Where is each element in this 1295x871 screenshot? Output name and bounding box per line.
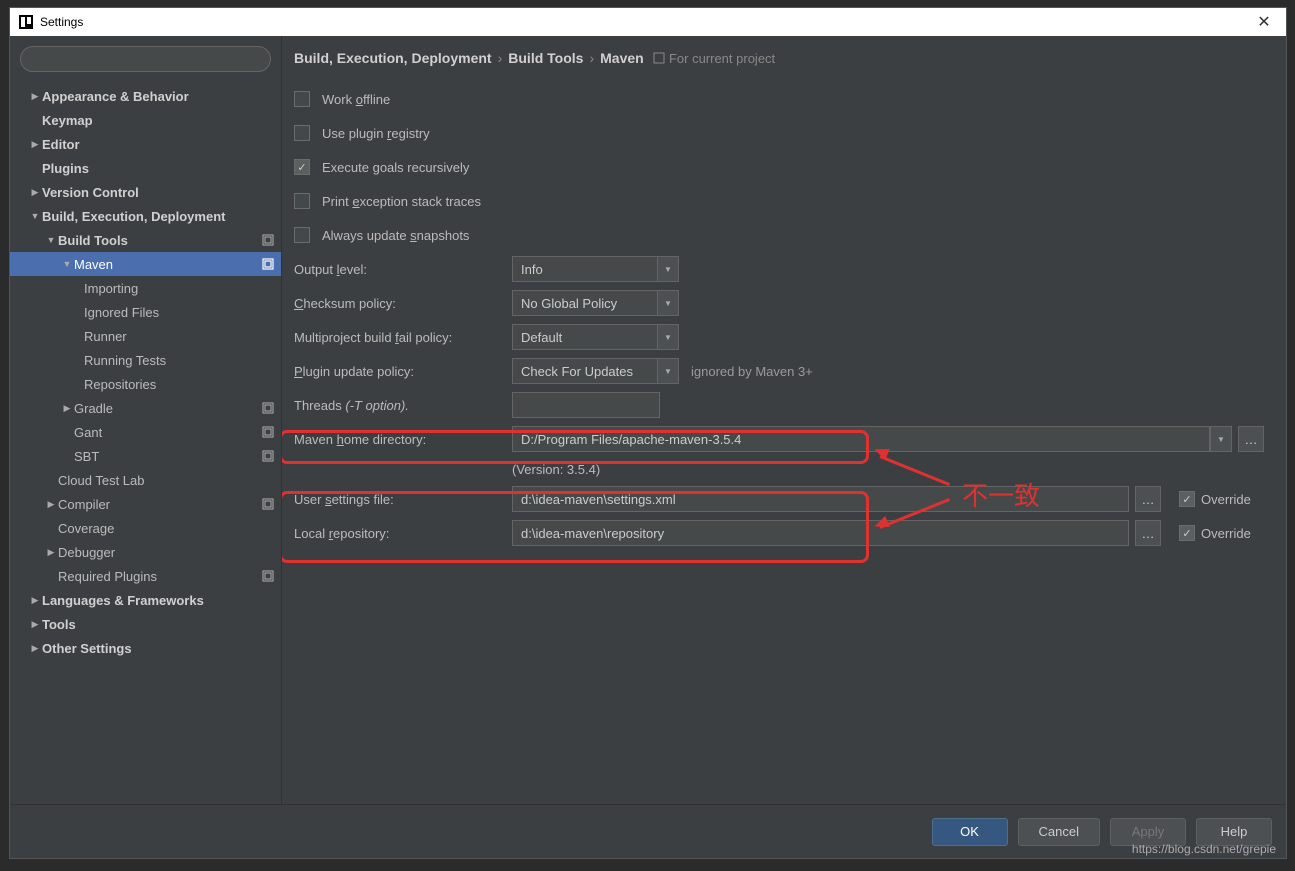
local-repo-label: Local repository: [294,526,512,541]
tree-gant[interactable]: Gant [10,420,281,444]
project-badge-icon [261,425,275,439]
project-icon [653,52,665,64]
close-icon[interactable]: ✕ [1250,12,1278,32]
home-dropdown[interactable]: ▼ [1210,426,1232,452]
user-settings-label: User settings file: [294,492,512,507]
watermark: https://blog.csdn.net/grepie [1132,842,1276,856]
checksum-select[interactable]: No Global Policy▼ [512,290,679,316]
project-badge-icon [261,449,275,463]
local-repo-input[interactable]: d:\idea-maven\repository [512,520,1129,546]
output-level-select[interactable]: Info▼ [512,256,679,282]
plugin-update-label: Plugin update policy: [294,364,512,379]
tree-running-tests[interactable]: Running Tests [10,348,281,372]
tree-build-tools[interactable]: ▼Build Tools [10,228,281,252]
settings-dialog: Settings ✕ ⌕ ▶Appearance & Behavior Keym… [9,7,1287,859]
tree-required[interactable]: Required Plugins [10,564,281,588]
tree-bed[interactable]: ▼Build, Execution, Deployment [10,204,281,228]
tree-other[interactable]: ▶Other Settings [10,636,281,660]
project-badge-icon [261,233,275,247]
tree-editor[interactable]: ▶Editor [10,132,281,156]
titlebar: Settings ✕ [10,8,1286,36]
snapshots-checkbox[interactable] [294,227,310,243]
tree-runner[interactable]: Runner [10,324,281,348]
window-title: Settings [40,15,1250,29]
output-level-label: Output level: [294,262,512,277]
multi-label: Multiproject build fail policy: [294,330,512,345]
home-label: Maven home directory: [294,432,512,447]
tree-sbt[interactable]: SBT [10,444,281,468]
user-settings-input[interactable]: d:\idea-maven\settings.xml [512,486,1129,512]
tree-debugger[interactable]: ▶Debugger [10,540,281,564]
user-settings-browse[interactable]: … [1135,486,1161,512]
button-bar: OK Cancel Apply Help https://blog.csdn.n… [10,804,1286,858]
multi-select[interactable]: Default▼ [512,324,679,350]
use-registry-label: Use plugin registry [322,126,430,141]
home-input[interactable]: D:/Program Files/apache-maven-3.5.4 [512,426,1210,452]
tree-vcs[interactable]: ▶Version Control [10,180,281,204]
tree-tools[interactable]: ▶Tools [10,612,281,636]
home-browse-button[interactable]: … [1238,426,1264,452]
chevron-down-icon: ▼ [657,324,679,350]
recursive-checkbox[interactable]: ✓ [294,159,310,175]
tree-coverage[interactable]: Coverage [10,516,281,540]
override-label: Override [1201,526,1251,541]
stacktrace-checkbox[interactable] [294,193,310,209]
work-offline-checkbox[interactable] [294,91,310,107]
project-badge-icon [261,257,275,271]
work-offline-label: Work offline [322,92,390,107]
use-registry-checkbox[interactable] [294,125,310,141]
local-repo-browse[interactable]: … [1135,520,1161,546]
plugin-update-select[interactable]: Check For Updates▼ [512,358,679,384]
chevron-down-icon: ▼ [657,290,679,316]
maven-version: (Version: 3.5.4) [512,456,1270,482]
sidebar: ⌕ ▶Appearance & Behavior Keymap ▶Editor … [10,36,282,804]
tree-gradle[interactable]: ▶Gradle [10,396,281,420]
tree-repos[interactable]: Repositories [10,372,281,396]
snapshots-label: Always update snapshots [322,228,469,243]
tree-importing[interactable]: Importing [10,276,281,300]
cancel-button[interactable]: Cancel [1018,818,1100,846]
tree-maven[interactable]: ▼Maven [10,252,281,276]
project-badge-icon [261,497,275,511]
chevron-down-icon: ▼ [657,256,679,282]
override-label: Override [1201,492,1251,507]
tree-plugins[interactable]: Plugins [10,156,281,180]
tree-keymap[interactable]: Keymap [10,108,281,132]
project-badge-icon [261,569,275,583]
threads-input[interactable] [512,392,660,418]
ok-button[interactable]: OK [932,818,1008,846]
search-input[interactable] [20,46,271,72]
tree-lang[interactable]: ▶Languages & Frameworks [10,588,281,612]
breadcrumb: Build, Execution, Deployment› Build Tool… [294,50,1270,66]
override-user-settings-checkbox[interactable]: ✓ [1179,491,1195,507]
checksum-label: Checksum policy: [294,296,512,311]
recursive-label: Execute goals recursively [322,160,469,175]
settings-tree: ▶Appearance & Behavior Keymap ▶Editor Pl… [10,80,281,804]
chevron-down-icon: ▼ [657,358,679,384]
override-local-repo-checkbox[interactable]: ✓ [1179,525,1195,541]
project-badge-icon [261,401,275,415]
app-icon [18,14,34,30]
content-panel: Build, Execution, Deployment› Build Tool… [282,36,1286,804]
tree-ignored[interactable]: Ignored Files [10,300,281,324]
stacktrace-label: Print exception stack traces [322,194,481,209]
tree-cloud[interactable]: Cloud Test Lab [10,468,281,492]
tree-appearance[interactable]: ▶Appearance & Behavior [10,84,281,108]
tree-compiler[interactable]: ▶Compiler [10,492,281,516]
ignored-hint: ignored by Maven 3+ [691,364,813,379]
threads-label: Threads (-T option). [294,398,512,413]
